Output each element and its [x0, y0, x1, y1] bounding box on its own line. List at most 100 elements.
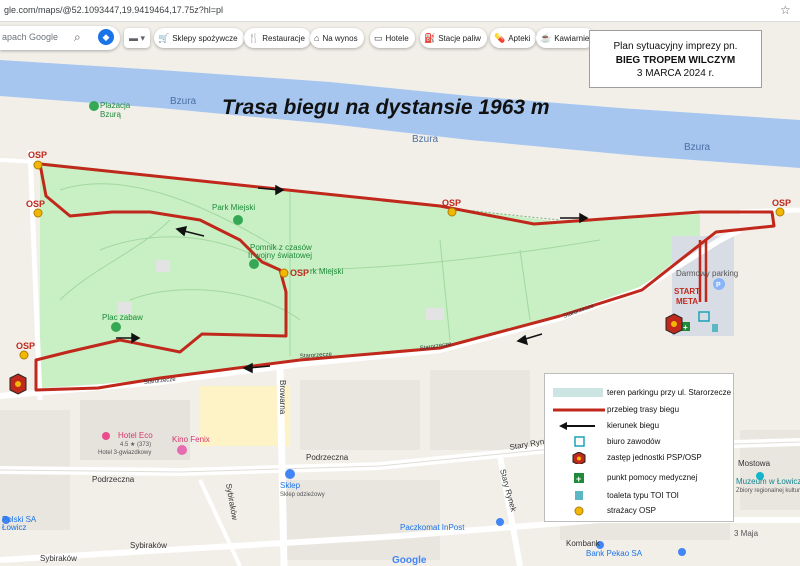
label-muzeum-type: Zbiory regionalnej kultury [736, 488, 800, 494]
event-caption: Plan sytuacyjny imprezy pn. [613, 41, 738, 52]
label-pomnik: II wojny światowej [248, 251, 312, 260]
layers-button[interactable]: ▬ ▾ [124, 28, 150, 48]
legend-item-fire-unit: zastęp jednostki PSP/OSP [545, 452, 735, 466]
svg-text:+: + [683, 323, 688, 332]
svg-text:P: P [716, 282, 721, 289]
map-title: Trasa biegu na dystansie 1963 m [222, 96, 550, 119]
chip-takeout[interactable]: ⌂ Na wynos [310, 28, 364, 48]
street-label: Browarna [278, 380, 287, 415]
label-river: Bzura [684, 142, 711, 153]
search-icon[interactable]: ⌕ [74, 30, 81, 45]
monument-pin-icon [249, 259, 259, 269]
event-date: 3 MARCA 2024 r. [636, 68, 715, 79]
legend-item-direction: kierunek biegu [545, 420, 735, 434]
event-info-box: Plan sytuacyjny imprezy pn. BIEG TROPEM … [589, 30, 762, 88]
fire-unit-icon [9, 373, 27, 395]
directions-icon[interactable]: ◆ [98, 29, 114, 45]
legend-label: zastęp jednostki PSP/OSP [607, 453, 702, 462]
osp-dot [279, 268, 289, 278]
osp-dot-icon [574, 506, 584, 516]
label-muzeum: Muzeum w Łowiczu [736, 477, 800, 486]
svg-text:+: + [576, 474, 581, 484]
legend-item-parking: teren parkingu przy ul. Starorzecze [545, 387, 735, 401]
bookmark-star-icon[interactable]: ☆ [780, 3, 791, 17]
osp-dot [447, 207, 457, 217]
osp-dot [19, 350, 29, 360]
chip-gas[interactable]: ⛽ Stacje paliw [420, 28, 487, 48]
label-paczkomat: Paczkomat InPost [400, 523, 465, 532]
osp-label: OSP [290, 268, 309, 278]
legend-item-osp: strażacy OSP [545, 505, 735, 519]
fire-unit-icon [665, 313, 683, 335]
search-box[interactable]: apach Google ⌕ ◆ [0, 26, 120, 50]
chip-label: Hotele [385, 34, 409, 43]
browser-url-bar[interactable]: gle.com/maps/@52.1093447,19.9419464,17.7… [0, 0, 800, 22]
osp-label: OSP [442, 198, 461, 208]
cart-icon: 🛒 [158, 33, 170, 43]
fire-unit-icon [572, 452, 586, 464]
osp-label: OSP [26, 199, 45, 209]
label-darmowy: Darmowy parking [676, 269, 738, 278]
shop-pin-icon [285, 469, 295, 479]
fork-knife-icon: 🍴 [248, 33, 260, 43]
park-pin-icon [233, 215, 243, 225]
search-input[interactable]: apach Google [2, 32, 58, 42]
legend-label: biuro zawodów [607, 437, 661, 446]
label-maja: 3 Maja [734, 529, 759, 538]
chip-label: Sklepy spożywcze [172, 34, 238, 43]
arrow-left-icon [559, 422, 595, 430]
legend-item-toilet: toaleta typu TOI TOI [545, 490, 735, 504]
legend-label: kierunek biegu [607, 421, 660, 430]
toilet-icon [575, 491, 583, 500]
beach-pin-icon [89, 101, 99, 111]
street-label: Podrzeczna [92, 475, 135, 484]
osp-dot [33, 208, 43, 218]
label-river: Bzura [412, 134, 439, 145]
label-start: START [674, 287, 700, 296]
label-river: Bzura [170, 96, 197, 107]
route-line-swatch [553, 408, 605, 412]
takeout-icon: ⌂ [314, 33, 320, 43]
chip-grocery[interactable]: 🛒 Sklepy spożywcze [154, 28, 244, 48]
label-meta: META [676, 297, 698, 306]
chip-hotels[interactable]: ▭ Hotele [370, 28, 415, 48]
legend-item-route: przebieg trasy biegu [545, 404, 735, 418]
label-sklep: Sklep [280, 481, 301, 490]
chip-label: Apteki [508, 34, 531, 43]
chip-pharmacies[interactable]: 💊 Apteki [490, 28, 537, 48]
osp-label: OSP [16, 341, 35, 351]
playground-pin-icon [111, 322, 121, 332]
label-plazacja: Bzurą [100, 110, 121, 119]
street-label: Sybiraków [130, 541, 167, 550]
toilet-icon [712, 324, 718, 332]
bed-icon: ▭ [374, 33, 383, 43]
url-text[interactable]: gle.com/maps/@52.1093447,19.9419464,17.7… [4, 5, 223, 15]
label-plazacja: Plażacja [100, 101, 131, 110]
event-name: BIEG TROPEM WILCZYM [615, 55, 736, 66]
street-label: Mostowa [738, 459, 771, 468]
label-hotel: Hotel Eco [118, 431, 153, 440]
street-label: Podrzeczna [306, 453, 349, 462]
chip-label: Kawiarnie [554, 34, 590, 43]
legend-label: strażacy OSP [607, 506, 656, 515]
pill-icon: 💊 [494, 33, 506, 43]
legend-label: punkt pomocy medycznej [607, 473, 698, 482]
first-aid-icon: + [574, 473, 584, 484]
cinema-pin-icon [177, 445, 187, 455]
coffee-icon: ☕ [540, 33, 552, 43]
chip-cafes[interactable]: ☕ Kawiarnie [536, 28, 596, 48]
legend-label: przebieg trasy biegu [607, 405, 680, 414]
label-bank: Bank Pekao SA [586, 549, 643, 558]
label-google: Google [392, 555, 427, 566]
label-park2: rk Miejski [310, 267, 344, 276]
legend-label: teren parkingu przy ul. Starorzecze [607, 388, 732, 397]
osp-label: OSP [772, 198, 791, 208]
label-sklep-type: Sklep odzieżowy [280, 492, 325, 498]
chip-label: Na wynos [322, 34, 358, 43]
parking-area-swatch [553, 388, 603, 397]
registration-office-icon [574, 436, 585, 447]
osp-label: OSP [28, 150, 47, 160]
chip-restaurants[interactable]: 🍴 Restauracje [244, 28, 311, 48]
legend-label: toaleta typu TOI TOI [607, 491, 679, 500]
bank0-pin-icon [678, 548, 686, 556]
